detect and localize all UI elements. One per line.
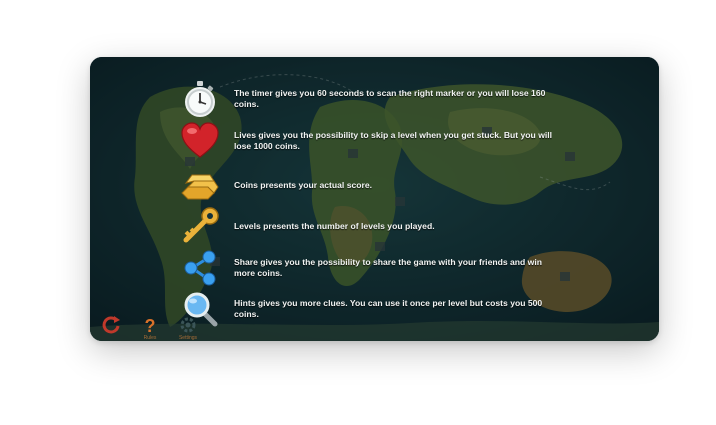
- settings-icon: [180, 317, 196, 333]
- item-text: Share gives you the possibility to share…: [234, 257, 543, 278]
- list-item: The timer gives you 60 seconds to scan t…: [90, 77, 659, 121]
- bottom-toolbar: ? Rules Settings: [90, 315, 230, 341]
- list-item: Coins presents your actual score.: [90, 163, 659, 207]
- key-icon: [178, 204, 222, 248]
- svg-text:?: ?: [145, 316, 156, 335]
- tutorial-panel: The timer gives you 60 seconds to scan t…: [90, 57, 659, 341]
- item-text: Coins presents your actual score.: [234, 179, 373, 190]
- settings-button[interactable]: Settings: [172, 315, 204, 341]
- item-text: Hints gives you more clues. You can use …: [234, 298, 543, 319]
- list-item: Share gives you the possibility to share…: [90, 246, 659, 290]
- item-text: Levels presents the number of levels you…: [234, 220, 435, 231]
- item-text: The timer gives you 60 seconds to scan t…: [234, 88, 546, 109]
- help-icon: ?: [145, 316, 156, 335]
- restart-button[interactable]: [96, 315, 128, 341]
- rules-button[interactable]: ? Rules: [134, 315, 166, 341]
- stopwatch-icon: [178, 77, 222, 121]
- rules-label: Rules: [143, 335, 157, 341]
- share-icon: [178, 246, 222, 290]
- restart-icon: [102, 316, 120, 334]
- item-text: Lives gives you the possibility to skip …: [234, 130, 553, 151]
- list-item: Lives gives you the possibility to skip …: [90, 119, 659, 163]
- list-item: Levels presents the number of levels you…: [90, 204, 659, 248]
- heart-icon: [178, 119, 222, 163]
- settings-label: Settings: [178, 335, 198, 341]
- tutorial-list: The timer gives you 60 seconds to scan t…: [90, 57, 659, 341]
- gold-bars-icon: [178, 163, 222, 207]
